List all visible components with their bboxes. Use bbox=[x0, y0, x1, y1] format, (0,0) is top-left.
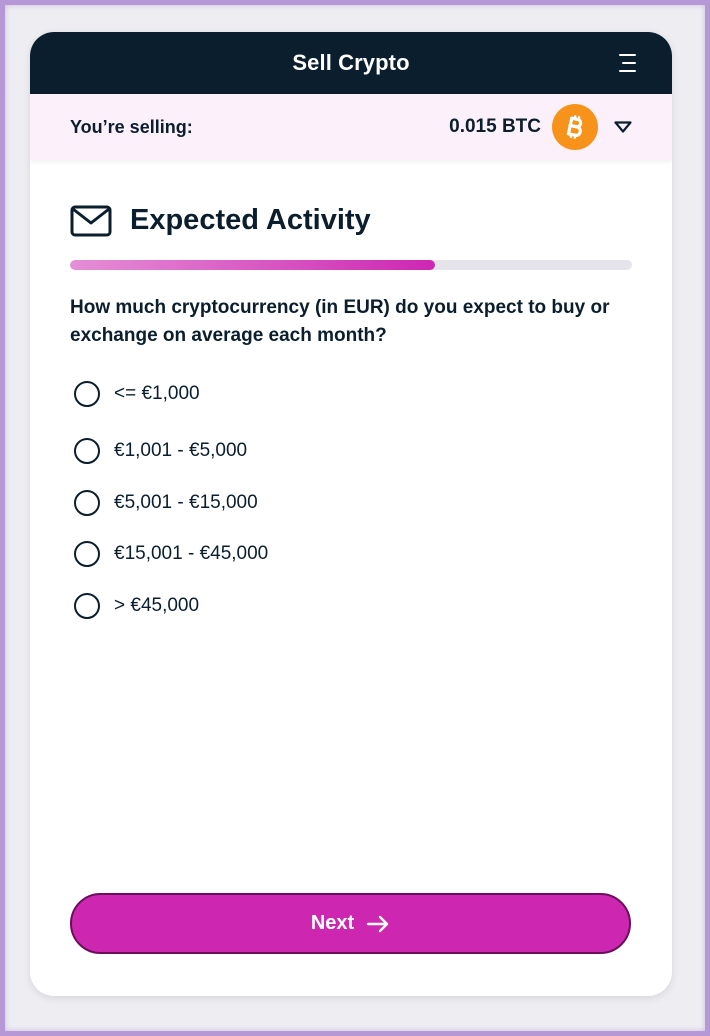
options-list: <= €1,000 €1,001 - €5,000 €5,001 - €15,0… bbox=[70, 374, 632, 632]
radio-button[interactable] bbox=[74, 438, 100, 465]
asset-selector[interactable]: 0.015 BTC bbox=[449, 104, 632, 150]
header-title: Sell Crypto bbox=[292, 50, 410, 75]
section-title: Expected Activity bbox=[130, 204, 371, 236]
option-label: <= €1,000 bbox=[114, 383, 200, 404]
selling-amount: 0.015 BTC bbox=[449, 116, 541, 137]
radio-button[interactable] bbox=[74, 592, 100, 619]
radio-button[interactable] bbox=[74, 541, 100, 568]
option-1001-5000[interactable]: €1,001 - €5,000 bbox=[70, 426, 632, 478]
option-label: €5,001 - €15,000 bbox=[114, 491, 258, 513]
question-text: How much cryptocurrency (in EUR) do you … bbox=[70, 297, 610, 346]
bitcoin-icon bbox=[552, 104, 598, 150]
envelope-icon bbox=[70, 205, 112, 236]
widget-header: Sell Crypto bbox=[30, 32, 672, 94]
option-gt-45000[interactable]: > €45,000 bbox=[70, 580, 632, 632]
option-label: > €45,000 bbox=[114, 594, 200, 616]
next-button-label: Next bbox=[310, 912, 355, 934]
arrow-right-icon bbox=[366, 915, 389, 932]
selling-label: You’re selling: bbox=[70, 116, 193, 137]
progress-bar-fill bbox=[70, 260, 436, 270]
selling-bar: You’re selling: 0.015 BTC bbox=[30, 94, 672, 160]
sell-crypto-widget: Sell Crypto You’re selling: 0.015 BTC Ex… bbox=[30, 32, 672, 996]
option-15001-45000[interactable]: €15,001 - €45,000 bbox=[70, 529, 632, 581]
option-5001-15000[interactable]: €5,001 - €15,000 bbox=[70, 477, 632, 529]
next-button[interactable]: Next bbox=[70, 893, 631, 954]
main-content: Expected Activity How much cryptocurrenc… bbox=[30, 160, 672, 632]
option-lte-1000[interactable]: <= €1,000 bbox=[70, 374, 632, 414]
section-header: Expected Activity bbox=[70, 204, 632, 237]
radio-button[interactable] bbox=[74, 489, 100, 516]
progress-bar bbox=[70, 260, 632, 270]
chevron-down-icon[interactable] bbox=[614, 121, 632, 133]
hamburger-menu-icon[interactable] bbox=[616, 54, 636, 72]
option-label: €1,001 - €5,000 bbox=[114, 440, 248, 462]
radio-button[interactable] bbox=[74, 381, 100, 407]
option-label: €15,001 - €45,000 bbox=[114, 543, 269, 565]
